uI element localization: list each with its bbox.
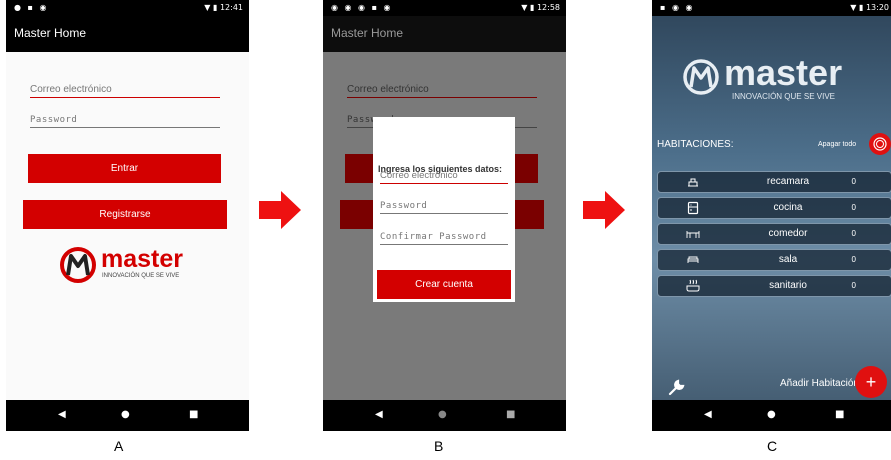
arrow-right-icon: [259, 191, 301, 229]
phone-screen-login: ● ▪ ◉ ▼ ▮ 12:41 Master Home Correo elect…: [6, 0, 249, 431]
recent-apps-icon[interactable]: ■: [189, 409, 198, 420]
plus-icon: +: [865, 372, 877, 392]
dining-table-icon: [686, 231, 700, 238]
recent-apps-icon[interactable]: ■: [835, 409, 844, 420]
add-room-label: Añadir Habitación: [780, 378, 859, 389]
dialog-password-field[interactable]: Password: [380, 201, 508, 214]
home-icon[interactable]: ●: [438, 409, 447, 420]
room-name: sala: [778, 254, 798, 265]
android-nav-bar: ◀ ● ■: [323, 400, 566, 431]
rooms-heading: HABITACIONES:: [657, 139, 734, 150]
back-icon[interactable]: ◀: [58, 409, 66, 420]
room-count: 0: [851, 177, 856, 186]
register-dialog: Ingresa los siguientes datos: Correo ele…: [373, 117, 515, 302]
room-count: 0: [851, 203, 856, 212]
back-icon[interactable]: ◀: [375, 409, 383, 420]
email-placeholder: Correo electrónico: [30, 84, 112, 95]
dialog-password-placeholder: Password: [380, 201, 428, 211]
master-m-icon: [683, 59, 719, 95]
all-off-label: Apagar todo: [818, 141, 857, 148]
battery-icon: ▮: [529, 3, 535, 12]
android-nav-bar: ◀ ● ■: [652, 400, 891, 431]
power-off-all-button[interactable]: [869, 133, 891, 155]
panel-label-a: A: [114, 438, 124, 454]
room-row[interactable]: cocina 0: [657, 197, 891, 219]
bathtub-icon: [686, 279, 700, 292]
battery-icon: ▮: [858, 3, 864, 12]
brand-tagline: INNOVACIÓN QUE SE VIVE: [732, 92, 835, 101]
room-row[interactable]: recamara 0: [657, 171, 891, 193]
brand-name: master: [101, 245, 183, 273]
master-m-icon: [60, 247, 96, 283]
room-row[interactable]: comedor 0: [657, 223, 891, 245]
register-button[interactable]: Registrarse: [23, 200, 227, 229]
android-nav-bar: ◀ ● ■: [6, 400, 249, 431]
status-time: 12:41: [219, 3, 243, 12]
room-count: 0: [851, 229, 856, 238]
panel-label-b: B: [434, 438, 444, 454]
wifi-icon: ▼: [850, 3, 857, 12]
password-field[interactable]: Password: [30, 115, 220, 128]
status-time: 13:20: [865, 3, 889, 12]
notification-icons: ▪ ◉ ◉: [660, 3, 695, 12]
notification-icons: ● ▪ ◉: [14, 3, 49, 12]
room-count: 0: [851, 281, 856, 290]
room-name: recamara: [766, 176, 810, 187]
brand-name: master: [724, 52, 843, 93]
master-logo: master INNOVACIÓN QUE SE VIVE: [59, 246, 199, 286]
status-bar: ◉ ◉ ◉ ▪ ◉ ▼ ▮ 12:58: [323, 0, 566, 16]
dialog-email-field[interactable]: Correo electrónico: [380, 170, 508, 184]
battery-icon: ▮: [212, 3, 218, 12]
brand-tagline: INNOVACIÓN QUE SE VIVE: [102, 273, 180, 279]
notification-icons: ◉ ◉ ◉ ▪ ◉: [331, 3, 393, 12]
status-bar: ▪ ◉ ◉ ▼ ▮ 13:20: [652, 0, 891, 16]
phone-screen-register-dialog: ◉ ◉ ◉ ▪ ◉ ▼ ▮ 12:58 Master Home Correo e…: [323, 0, 566, 431]
room-row[interactable]: sanitario 0: [657, 275, 891, 297]
enter-button[interactable]: Entrar: [28, 154, 221, 183]
app-title: Master Home: [6, 16, 249, 52]
wifi-icon: ▼: [204, 3, 211, 12]
wrench-icon[interactable]: [666, 376, 688, 398]
email-field-dimmed: Correo electrónico: [347, 84, 537, 98]
email-field[interactable]: Correo electrónico: [30, 84, 220, 98]
password-placeholder: Password: [30, 115, 78, 125]
arrow-right-icon: [583, 191, 625, 229]
home-icon[interactable]: ●: [121, 409, 130, 420]
dialog-confirm-placeholder: Confirmar Password: [380, 232, 487, 242]
fridge-icon: [687, 201, 699, 215]
master-logo: master INNOVACIÓN QUE SE VIVE: [682, 54, 882, 119]
power-icon: [873, 137, 887, 151]
back-icon[interactable]: ◀: [704, 409, 712, 420]
recent-apps-icon[interactable]: ■: [506, 409, 515, 420]
sofa-icon: [687, 256, 699, 263]
status-time: 12:58: [536, 3, 560, 12]
create-account-button[interactable]: Crear cuenta: [377, 270, 511, 299]
room-name: comedor: [768, 228, 808, 239]
room-name: sanitario: [769, 280, 807, 291]
room-count: 0: [851, 255, 856, 264]
app-title: Master Home: [323, 16, 566, 52]
room-name: cocina: [773, 202, 803, 213]
home-icon[interactable]: ●: [767, 409, 776, 420]
panel-label-c: C: [767, 438, 778, 454]
add-room-button[interactable]: +: [855, 366, 887, 398]
room-row[interactable]: sala 0: [657, 249, 891, 271]
bed-icon: [688, 178, 698, 187]
status-bar: ● ▪ ◉ ▼ ▮ 12:41: [6, 0, 249, 16]
dialog-confirm-field[interactable]: Confirmar Password: [380, 232, 508, 245]
wifi-icon: ▼: [521, 3, 528, 12]
phone-screen-rooms: ▪ ◉ ◉ ▼ ▮ 13:20 master INNOVACIÓN QUE SE…: [652, 0, 891, 431]
dialog-email-placeholder: Correo electrónico: [380, 170, 458, 181]
